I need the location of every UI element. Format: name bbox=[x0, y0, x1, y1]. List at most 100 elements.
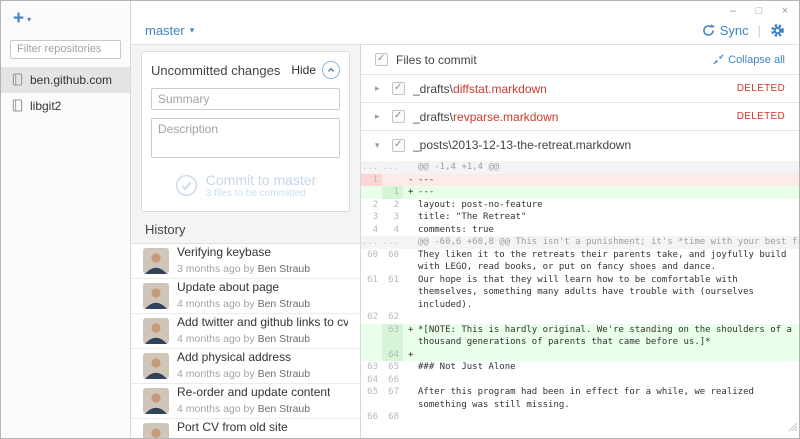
file-include-checkbox[interactable] bbox=[392, 82, 405, 95]
commit-button-subtext: 3 files to be committed bbox=[206, 188, 316, 199]
diff-old-line-number: 2 bbox=[361, 199, 382, 212]
repository-list-item[interactable]: libgit2 bbox=[1, 93, 130, 119]
changed-file-row[interactable]: _posts\2013-12-13-the-retreat.markdown bbox=[361, 131, 799, 159]
add-repository-button[interactable]: + ▾ bbox=[1, 1, 130, 33]
commit-meta: 4 months ago by Ben Straub bbox=[177, 403, 310, 415]
toolbar: master ▾ – □ × Sync | bbox=[131, 1, 799, 45]
diff-old-line-number bbox=[361, 324, 382, 349]
commit-summary-input[interactable] bbox=[151, 88, 340, 110]
commit-meta: 4 months ago by Ben Straub bbox=[177, 368, 310, 380]
branch-name: master bbox=[145, 23, 185, 38]
collapse-all-button[interactable]: Collapse all bbox=[713, 54, 785, 66]
commit-history-item[interactable]: Verifying keybase 3 months ago by Ben St… bbox=[131, 244, 360, 279]
plus-icon[interactable]: + bbox=[13, 11, 24, 27]
window-resize-grip[interactable] bbox=[787, 418, 797, 436]
diff-new-line-number: 64 bbox=[382, 349, 403, 362]
diff-line-content: @@ -60,6 +60,8 @@ This isn't a punishmen… bbox=[403, 236, 799, 249]
diff-new-line-number: 67 bbox=[382, 386, 403, 411]
sync-refresh-icon bbox=[702, 24, 715, 37]
check-circle-icon bbox=[175, 174, 198, 197]
avatar bbox=[143, 423, 169, 438]
diff-line-content bbox=[403, 311, 799, 324]
file-include-checkbox[interactable] bbox=[392, 139, 405, 152]
sync-button[interactable]: Sync bbox=[702, 23, 749, 38]
diff-new-line-number: ... bbox=[382, 236, 403, 249]
repository-list: ben.github.com libgit2 bbox=[1, 67, 130, 119]
file-status-badge: DELETED bbox=[737, 111, 785, 122]
diff-old-line-number: ... bbox=[361, 161, 382, 174]
diff-new-line-number: 62 bbox=[382, 311, 403, 324]
changed-file-row[interactable]: _drafts\diffstat.markdown DELETED bbox=[361, 75, 799, 103]
diff-new-line-number: 66 bbox=[382, 374, 403, 387]
diff-old-line-number: 65 bbox=[361, 386, 382, 411]
diff-old-line-number: 66 bbox=[361, 411, 382, 424]
maximize-button[interactable]: □ bbox=[753, 5, 765, 17]
repository-name: ben.github.com bbox=[30, 73, 112, 87]
chevron-down-icon: ▾ bbox=[27, 15, 31, 24]
commit-meta: 4 months ago by Ben Straub bbox=[177, 298, 310, 310]
branch-selector[interactable]: master ▾ bbox=[145, 23, 194, 38]
diff-line-content: After this program had been in effect fo… bbox=[403, 386, 799, 411]
changed-file-row[interactable]: _drafts\revparse.markdown DELETED bbox=[361, 103, 799, 131]
diff-new-line-number: 1 bbox=[382, 186, 403, 199]
commit-history-item[interactable]: Port CV from old site 4 months ago by Be… bbox=[131, 419, 360, 438]
diff-line: ... ... @@ -1,4 +1,4 @@ bbox=[361, 161, 799, 174]
diff-line: 3 3 title: "The Retreat" bbox=[361, 211, 799, 224]
commit-message: Add twitter and github links to cv bbox=[177, 315, 348, 329]
files-to-commit-checkbox[interactable] bbox=[375, 53, 388, 66]
commit-description-input[interactable] bbox=[151, 118, 340, 158]
window-controls: – □ × bbox=[727, 5, 791, 17]
commit-message: Add physical address bbox=[177, 350, 310, 364]
commit-message: Port CV from old site bbox=[177, 420, 310, 434]
chevron-down-icon: ▾ bbox=[190, 25, 195, 36]
diff-new-line-number: 3 bbox=[382, 211, 403, 224]
disclosure-triangle-icon[interactable] bbox=[375, 83, 384, 94]
diff-new-line-number: 68 bbox=[382, 411, 403, 424]
commit-history-item[interactable]: Re-order and update content 4 months ago… bbox=[131, 384, 360, 419]
chevron-up-circle-icon[interactable] bbox=[322, 61, 340, 79]
commit-message: Re-order and update content bbox=[177, 385, 330, 399]
diff-line: 2 2 layout: post-no-feature bbox=[361, 199, 799, 212]
file-include-checkbox[interactable] bbox=[392, 110, 405, 123]
gear-icon[interactable] bbox=[770, 23, 785, 38]
commit-meta: 3 months ago by Ben Straub bbox=[177, 263, 310, 275]
minimize-button[interactable]: – bbox=[727, 5, 739, 17]
commit-history-item[interactable]: Add physical address 4 months ago by Ben… bbox=[131, 349, 360, 384]
disclosure-triangle-icon[interactable] bbox=[375, 111, 384, 122]
changed-file-list: _drafts\diffstat.markdown DELETED _draft… bbox=[361, 75, 799, 159]
close-button[interactable]: × bbox=[779, 5, 791, 17]
avatar bbox=[143, 318, 169, 344]
file-path: _posts\2013-12-13-the-retreat.markdown bbox=[413, 138, 631, 152]
diff-new-line-number: 4 bbox=[382, 224, 403, 237]
diff-old-line-number: 4 bbox=[361, 224, 382, 237]
diff-line: 64 + bbox=[361, 349, 799, 362]
disclosure-triangle-icon[interactable] bbox=[375, 140, 384, 151]
repository-list-item[interactable]: ben.github.com bbox=[1, 67, 130, 93]
file-path: _drafts\revparse.markdown bbox=[413, 110, 558, 124]
repository-name: libgit2 bbox=[30, 99, 61, 113]
diff-line-content: + bbox=[403, 349, 799, 362]
github-for-windows-window: { "colors": { "accent": "#4183c4", "dele… bbox=[0, 0, 800, 439]
diff-line-content: ---- bbox=[403, 174, 799, 187]
diff-new-line-number bbox=[382, 174, 403, 187]
diff-new-line-number: 2 bbox=[382, 199, 403, 212]
commit-author: Ben Straub bbox=[258, 298, 311, 310]
diff-new-line-number: 61 bbox=[382, 274, 403, 312]
diff-new-line-number: ... bbox=[382, 161, 403, 174]
filter-repositories-input[interactable] bbox=[10, 40, 121, 59]
history-title: History bbox=[131, 212, 360, 243]
hide-changes-button[interactable]: Hide bbox=[291, 61, 340, 79]
file-name: diffstat.markdown bbox=[453, 82, 547, 96]
repo-book-icon bbox=[12, 99, 23, 112]
commit-history-item[interactable]: Add twitter and github links to cv 4 mon… bbox=[131, 314, 360, 349]
hide-label: Hide bbox=[291, 63, 316, 77]
commit-history-item[interactable]: Update about page 4 months ago by Ben St… bbox=[131, 279, 360, 314]
diff-new-line-number: 65 bbox=[382, 361, 403, 374]
diff-line: 4 4 comments: true bbox=[361, 224, 799, 237]
commit-button-label: Commit to master bbox=[206, 172, 316, 188]
diff-sign: + bbox=[408, 186, 413, 199]
collapse-arrows-icon bbox=[713, 54, 724, 65]
changes-and-history-panel: Uncommitted changes Hide Commit bbox=[131, 45, 361, 438]
commit-to-master-button[interactable]: Commit to master 3 files to be committed bbox=[151, 163, 340, 205]
toolbar-divider: | bbox=[758, 23, 761, 38]
